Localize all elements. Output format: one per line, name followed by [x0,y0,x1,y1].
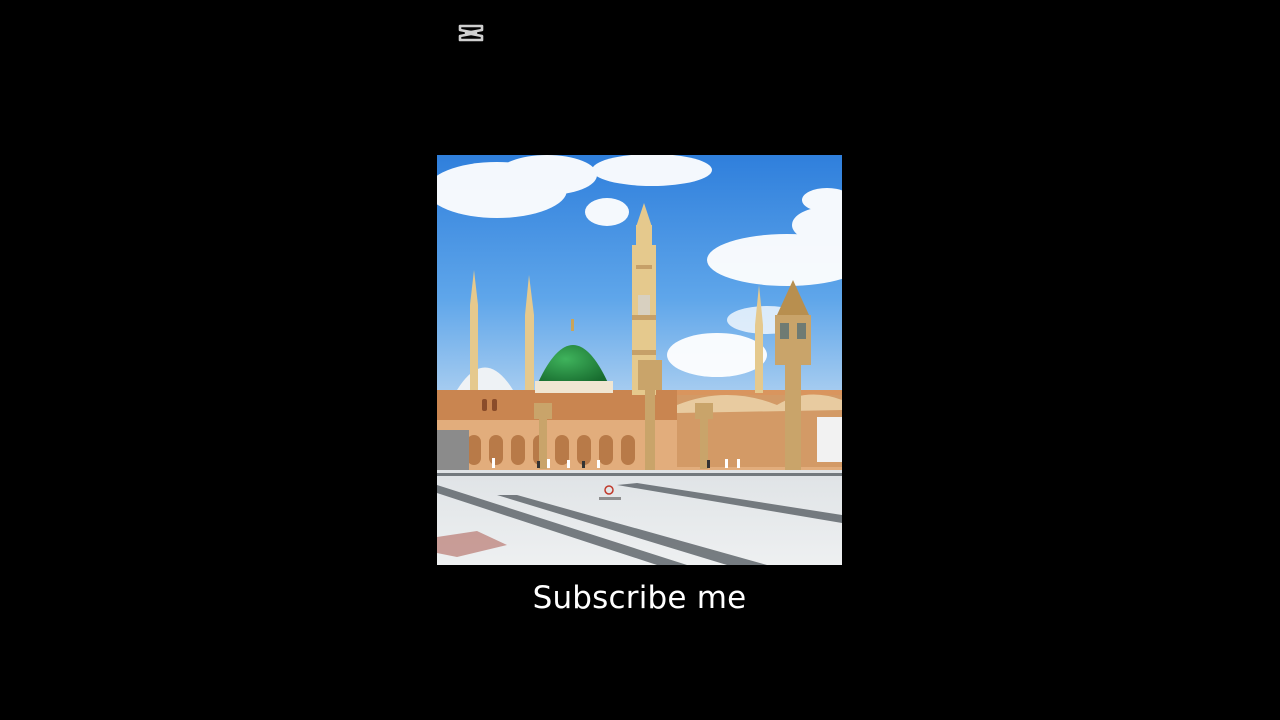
caption-text: Subscribe me [532,580,747,616]
capcut-logo-icon [457,22,485,44]
mosque-photo [437,155,842,565]
